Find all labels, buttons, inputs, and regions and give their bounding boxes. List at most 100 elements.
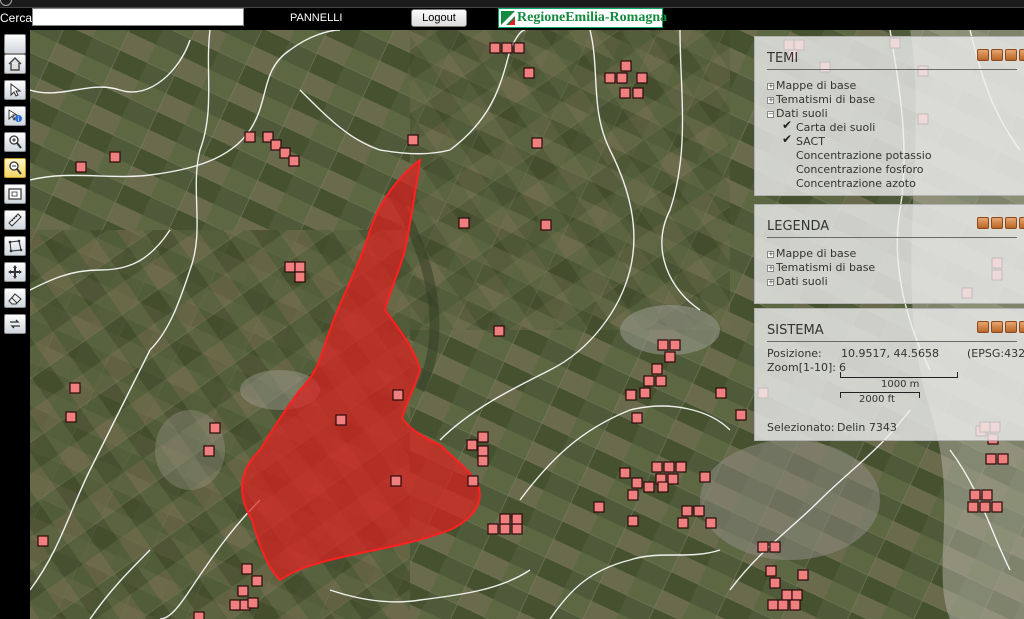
sampling-site-marker[interactable] (693, 505, 705, 517)
temi-group-2[interactable]: − Dati suoli (767, 107, 828, 120)
sampling-site-marker[interactable] (636, 72, 648, 84)
sampling-site-marker[interactable] (477, 431, 489, 443)
measure-tool[interactable] (4, 210, 26, 230)
erase-tool[interactable] (4, 288, 26, 308)
home-tool[interactable] (4, 54, 26, 74)
sampling-site-marker[interactable] (655, 375, 667, 387)
sampling-site-marker[interactable] (664, 351, 676, 363)
sampling-site-marker[interactable] (705, 517, 717, 529)
sampling-site-marker[interactable] (969, 489, 981, 501)
sampling-site-marker[interactable] (37, 535, 49, 547)
map-view[interactable]: TEMI + Mappe di base + Tematismi di base − Da… (30, 30, 1024, 619)
sampling-site-marker[interactable] (625, 389, 637, 401)
sampling-site-marker[interactable] (781, 589, 793, 601)
sampling-site-marker[interactable] (667, 473, 679, 485)
sampling-site-marker[interactable] (979, 501, 991, 513)
zoom-out-tool[interactable] (4, 158, 26, 178)
sampling-site-marker[interactable] (237, 585, 249, 597)
sampling-site-marker[interactable] (501, 42, 513, 54)
zoom-box-tool[interactable] (4, 184, 26, 204)
sampling-site-marker[interactable] (681, 505, 693, 517)
sampling-site-marker[interactable] (390, 475, 402, 487)
temi-layer-3[interactable]: Carta dei suoli (782, 118, 875, 134)
layer-checkbox[interactable] (783, 178, 793, 188)
sampling-site-marker[interactable] (284, 261, 296, 273)
expand-icon[interactable]: + (767, 97, 774, 104)
blank-tool[interactable] (4, 34, 26, 54)
temi-layer-6[interactable]: Concentrazione fosforo (783, 163, 924, 176)
panel-pin-icon[interactable] (977, 217, 989, 229)
sampling-site-marker[interactable] (769, 577, 781, 589)
sampling-site-marker[interactable] (699, 471, 711, 483)
sampling-site-marker[interactable] (657, 339, 669, 351)
sampling-site-marker[interactable] (467, 475, 479, 487)
sampling-site-marker[interactable] (616, 72, 628, 84)
expand-icon[interactable]: + (767, 251, 774, 258)
sampling-site-marker[interactable] (663, 461, 675, 473)
sampling-site-marker[interactable] (643, 481, 655, 493)
sampling-site-marker[interactable] (247, 597, 259, 609)
sampling-site-marker[interactable] (981, 489, 993, 501)
sampling-site-marker[interactable] (985, 453, 997, 465)
legenda-group-2[interactable]: + Dati suoli (767, 275, 828, 288)
layer-checkbox[interactable] (782, 118, 793, 132)
panel-collapse-icon[interactable] (991, 217, 1003, 229)
sampling-site-marker[interactable] (209, 422, 221, 434)
sampling-site-marker[interactable] (493, 325, 505, 337)
sampling-site-marker[interactable] (735, 409, 747, 421)
sampling-site-marker[interactable] (229, 599, 241, 611)
temi-layer-7[interactable]: Concentrazione azoto (783, 177, 916, 190)
sampling-site-marker[interactable] (604, 72, 616, 84)
sampling-site-marker[interactable] (991, 501, 1003, 513)
layer-checkbox[interactable] (783, 164, 793, 174)
expand-icon[interactable]: + (767, 83, 774, 90)
temi-group-0[interactable]: + Mappe di base (767, 79, 856, 92)
search-input[interactable] (32, 8, 244, 26)
sampling-site-marker[interactable] (677, 517, 689, 529)
sampling-site-marker[interactable] (619, 467, 631, 479)
sampling-site-marker[interactable] (631, 412, 643, 424)
sampling-site-marker[interactable] (294, 261, 306, 273)
panel-pin-icon[interactable] (977, 49, 989, 61)
expand-icon[interactable]: + (767, 279, 774, 286)
sampling-site-marker[interactable] (523, 67, 535, 79)
sampling-site-marker[interactable] (193, 611, 205, 619)
sampling-site-marker[interactable] (657, 481, 669, 493)
sampling-site-marker[interactable] (627, 515, 639, 527)
layer-checkbox[interactable] (782, 132, 793, 146)
panel-close-icon[interactable] (1019, 321, 1024, 333)
sampling-site-marker[interactable] (715, 387, 727, 399)
refresh-tool[interactable] (4, 314, 26, 334)
sampling-site-marker[interactable] (513, 42, 525, 54)
sampling-site-marker[interactable] (967, 501, 979, 513)
panel-expand-icon[interactable] (1005, 217, 1017, 229)
sampling-site-marker[interactable] (651, 363, 663, 375)
panel-expand-icon[interactable] (1005, 49, 1017, 61)
panel-close-icon[interactable] (1019, 49, 1024, 61)
logout-button[interactable]: Logout (411, 9, 467, 27)
expand-icon[interactable]: − (767, 111, 774, 118)
pointer-tool[interactable] (4, 80, 26, 100)
sampling-site-marker[interactable] (511, 523, 523, 535)
sampling-site-marker[interactable] (511, 513, 523, 525)
sampling-site-marker[interactable] (466, 439, 478, 451)
layer-checkbox[interactable] (783, 150, 793, 160)
panel-pin-icon[interactable] (977, 321, 989, 333)
pan-tool[interactable] (4, 262, 26, 282)
sampling-site-marker[interactable] (643, 375, 655, 387)
panels-menu[interactable]: PANNELLI (290, 12, 342, 24)
sampling-site-marker[interactable] (65, 411, 77, 423)
sampling-site-marker[interactable] (69, 382, 81, 394)
sampling-site-marker[interactable] (627, 489, 639, 501)
panel-expand-icon[interactable] (1005, 321, 1017, 333)
sampling-site-marker[interactable] (791, 589, 803, 601)
sampling-site-marker[interactable] (294, 271, 306, 283)
area-tool[interactable] (4, 236, 26, 256)
sampling-site-marker[interactable] (487, 523, 499, 535)
sampling-site-marker[interactable] (241, 563, 253, 575)
sampling-site-marker[interactable] (251, 575, 263, 587)
sampling-site-marker[interactable] (765, 565, 777, 577)
sampling-site-marker[interactable] (477, 445, 489, 457)
temi-layer-4[interactable]: SACT (782, 132, 825, 148)
sampling-site-marker[interactable] (789, 599, 801, 611)
